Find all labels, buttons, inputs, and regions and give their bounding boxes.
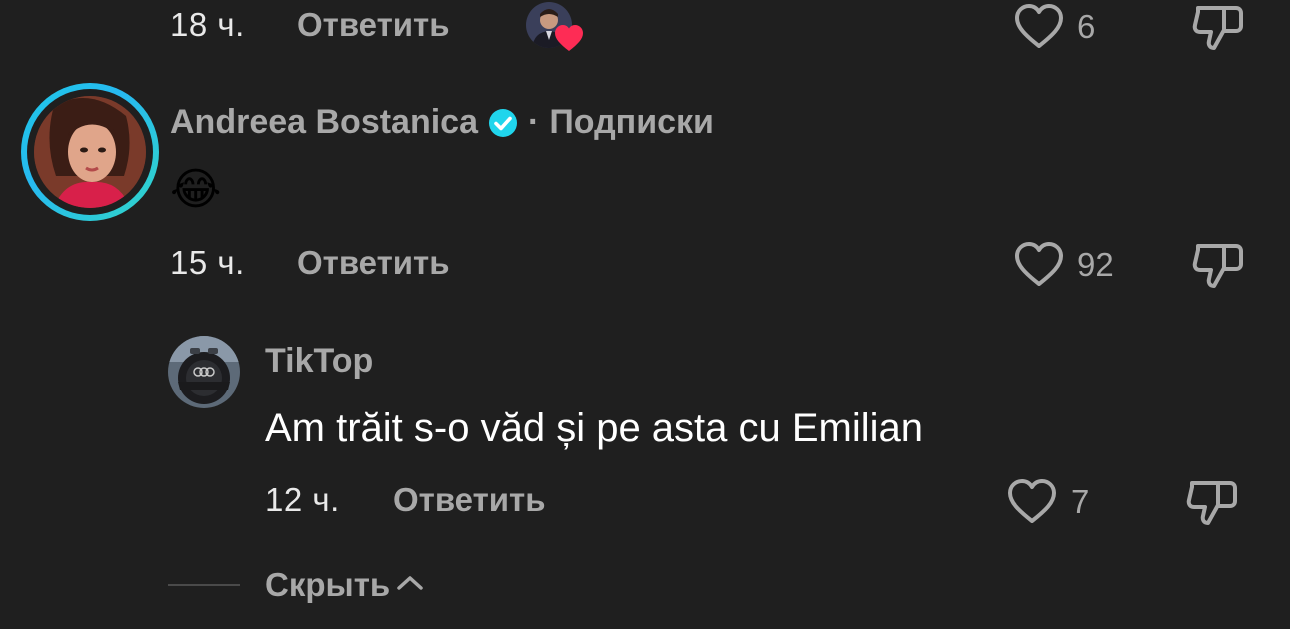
like-count: 7 (1071, 483, 1090, 520)
verified-icon (488, 108, 518, 138)
heart-icon[interactable] (1013, 2, 1065, 50)
comments-panel: 18 ч. Ответить 6 Andreea Bostanica · Под… (0, 0, 1290, 629)
following-label: Подписки (549, 103, 714, 141)
avatar[interactable] (168, 336, 240, 408)
heart-icon (554, 24, 584, 57)
comment-time: 18 ч. (170, 6, 245, 43)
dislike-icon[interactable] (1184, 475, 1240, 529)
author-name[interactable]: TikTop (265, 342, 373, 381)
comment-header: Andreea Bostanica · Подписки (170, 103, 714, 142)
heart-icon[interactable] (1013, 240, 1065, 288)
reply-button[interactable]: Ответить (297, 6, 450, 44)
separator-dot: · (528, 103, 540, 141)
avatar-photo (34, 96, 146, 208)
dislike-icon[interactable] (1190, 238, 1246, 292)
hide-replies-label: Скрыть (265, 566, 391, 603)
like-count: 92 (1077, 246, 1114, 283)
reply-button[interactable]: Ответить (297, 244, 450, 282)
creator-liked-badge (526, 2, 586, 52)
hide-replies-button[interactable]: Скрыть (265, 566, 424, 604)
comment-text: 😂 (170, 164, 222, 215)
heart-icon[interactable] (1006, 477, 1058, 525)
comment-time: 15 ч. (170, 244, 245, 281)
dislike-icon[interactable] (1190, 0, 1246, 54)
avatar[interactable] (21, 83, 159, 221)
author-name[interactable]: Andreea Bostanica (170, 103, 478, 142)
comment-time: 12 ч. (265, 481, 340, 518)
comment-text: Am trăit s-o văd și pe asta cu Emilian (265, 406, 924, 450)
like-count: 6 (1077, 8, 1096, 45)
divider-line (168, 584, 240, 586)
reply-button[interactable]: Ответить (393, 481, 546, 519)
chevron-up-icon (396, 573, 424, 598)
